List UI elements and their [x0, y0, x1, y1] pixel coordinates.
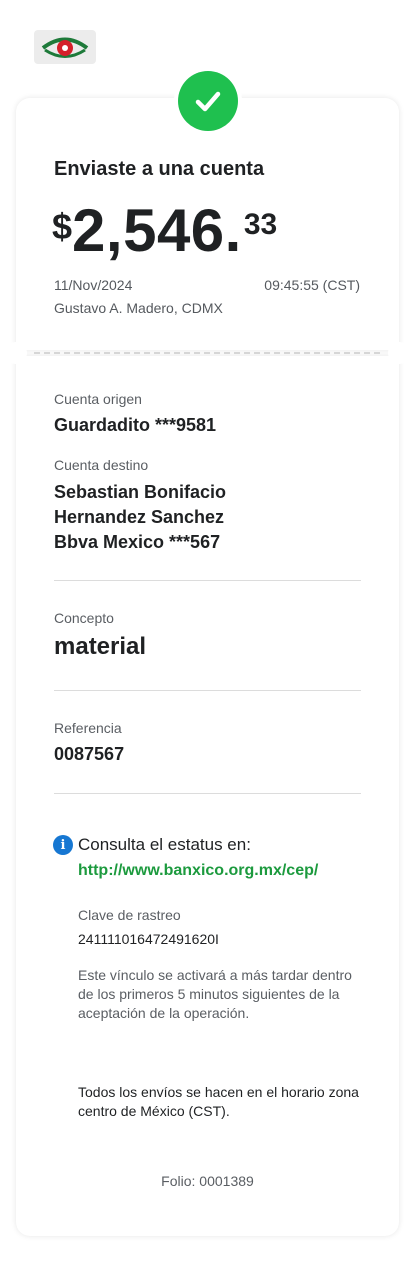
destination-line-bank: Bbva Mexico ***567 — [54, 532, 221, 552]
destination-account-label: Cuenta destino — [54, 457, 149, 473]
amount-currency: $ — [52, 206, 73, 247]
ticket-tear-line — [34, 352, 380, 354]
destination-line-surname: Hernandez Sanchez — [54, 507, 225, 527]
transfer-date: 11/Nov/2024 — [54, 277, 133, 293]
concept-label: Concepto — [54, 610, 114, 626]
transfer-amount: $ 2,546. 33 — [52, 196, 277, 266]
concept-value: material — [54, 633, 147, 660]
tracking-key-value: 241111016472491620I — [78, 931, 219, 947]
folio-number: Folio: 0001389 — [161, 1173, 254, 1189]
ticket-notch-right — [388, 342, 410, 364]
ticket-notch-left — [5, 342, 27, 364]
section-divider — [54, 580, 361, 581]
timezone-note: Todos los envíos se hacen en el horario … — [78, 1084, 359, 1119]
info-icon: i — [53, 835, 73, 855]
amount-integer: 2,546. — [72, 197, 242, 264]
reference-label: Referencia — [54, 720, 122, 736]
status-info-row: i Consulta el estatus en: — [53, 835, 251, 855]
banxico-eye-logo-icon — [34, 30, 96, 64]
receipt-title: Enviaste a una cuenta — [54, 158, 265, 180]
section-divider — [54, 793, 361, 794]
status-info-text: Consulta el estatus en: — [78, 835, 251, 854]
destination-line-name: Sebastian Bonifacio — [54, 482, 227, 502]
banxico-cep-link[interactable]: http://www.banxico.org.mx/cep/ — [78, 862, 318, 880]
origin-account-value: Guardadito ***9581 — [54, 415, 217, 435]
link-activation-note: Este vínculo se activará a más tardar de… — [78, 967, 352, 1021]
origin-account-label: Cuenta origen — [54, 391, 142, 407]
reference-value: 0087567 — [54, 744, 125, 764]
amount-decimals: 33 — [243, 208, 278, 241]
check-icon — [178, 71, 238, 131]
section-divider — [54, 690, 361, 691]
transfer-receipt-screen: Enviaste a una cuenta $ 2,546. 33 11/Nov… — [0, 0, 415, 1280]
transfer-location: Gustavo A. Madero, CDMX — [54, 300, 223, 316]
tracking-key-label: Clave de rastreo — [78, 907, 181, 923]
transfer-time: 09:45:55 (CST) — [264, 277, 360, 293]
